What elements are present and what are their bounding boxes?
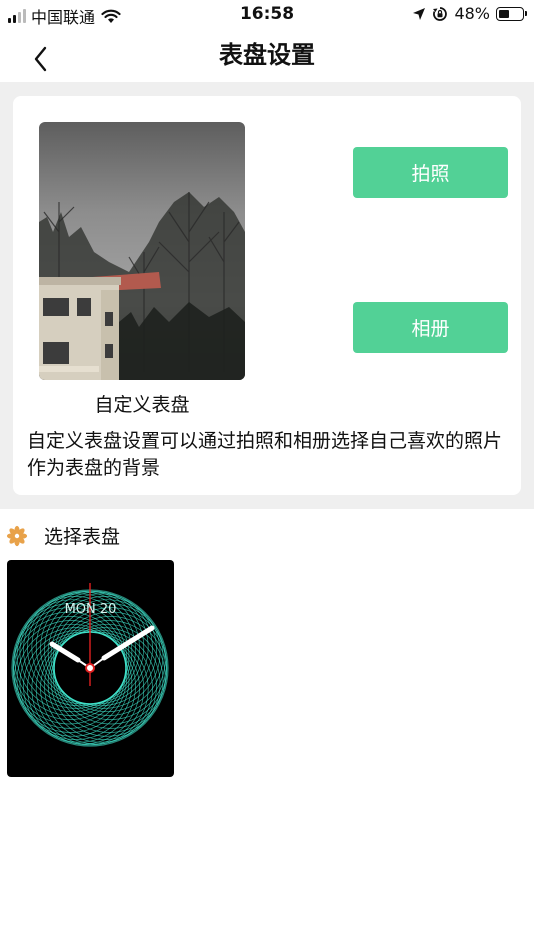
status-bar: 中国联通 16:58 48%: [0, 0, 534, 30]
watch-face-option[interactable]: MON 20: [7, 560, 174, 777]
camera-button[interactable]: 拍照: [353, 147, 508, 198]
custom-face-card: 自定义表盘 拍照 相册 自定义表盘设置可以通过拍照和相册选择自己喜欢的照片作为表…: [13, 96, 521, 495]
status-right: 48%: [412, 4, 527, 23]
watch-face-graphic: [11, 583, 169, 747]
preview-photo: [39, 122, 245, 380]
center-pin: [85, 663, 95, 673]
page-title: 表盘设置: [219, 41, 315, 69]
rotation-lock-icon: [433, 6, 448, 21]
battery-percent: 48%: [454, 4, 490, 23]
battery-icon: [496, 6, 527, 21]
custom-face-section: 自定义表盘 拍照 相册 自定义表盘设置可以通过拍照和相册选择自己喜欢的照片作为表…: [0, 82, 534, 509]
watch-face-date: MON 20: [64, 602, 117, 617]
nav-bar: 表盘设置: [0, 30, 534, 82]
flower-icon: [6, 525, 28, 546]
location-icon: [413, 7, 426, 20]
select-face-title: 选择表盘: [44, 526, 121, 548]
custom-face-description: 自定义表盘设置可以通过拍照和相册选择自己喜欢的照片作为表盘的背景: [27, 430, 503, 479]
album-button[interactable]: 相册: [353, 302, 508, 353]
custom-face-preview[interactable]: [39, 122, 245, 380]
preview-label: 自定义表盘: [94, 394, 190, 416]
select-face-header: 选择表盘: [6, 522, 120, 549]
